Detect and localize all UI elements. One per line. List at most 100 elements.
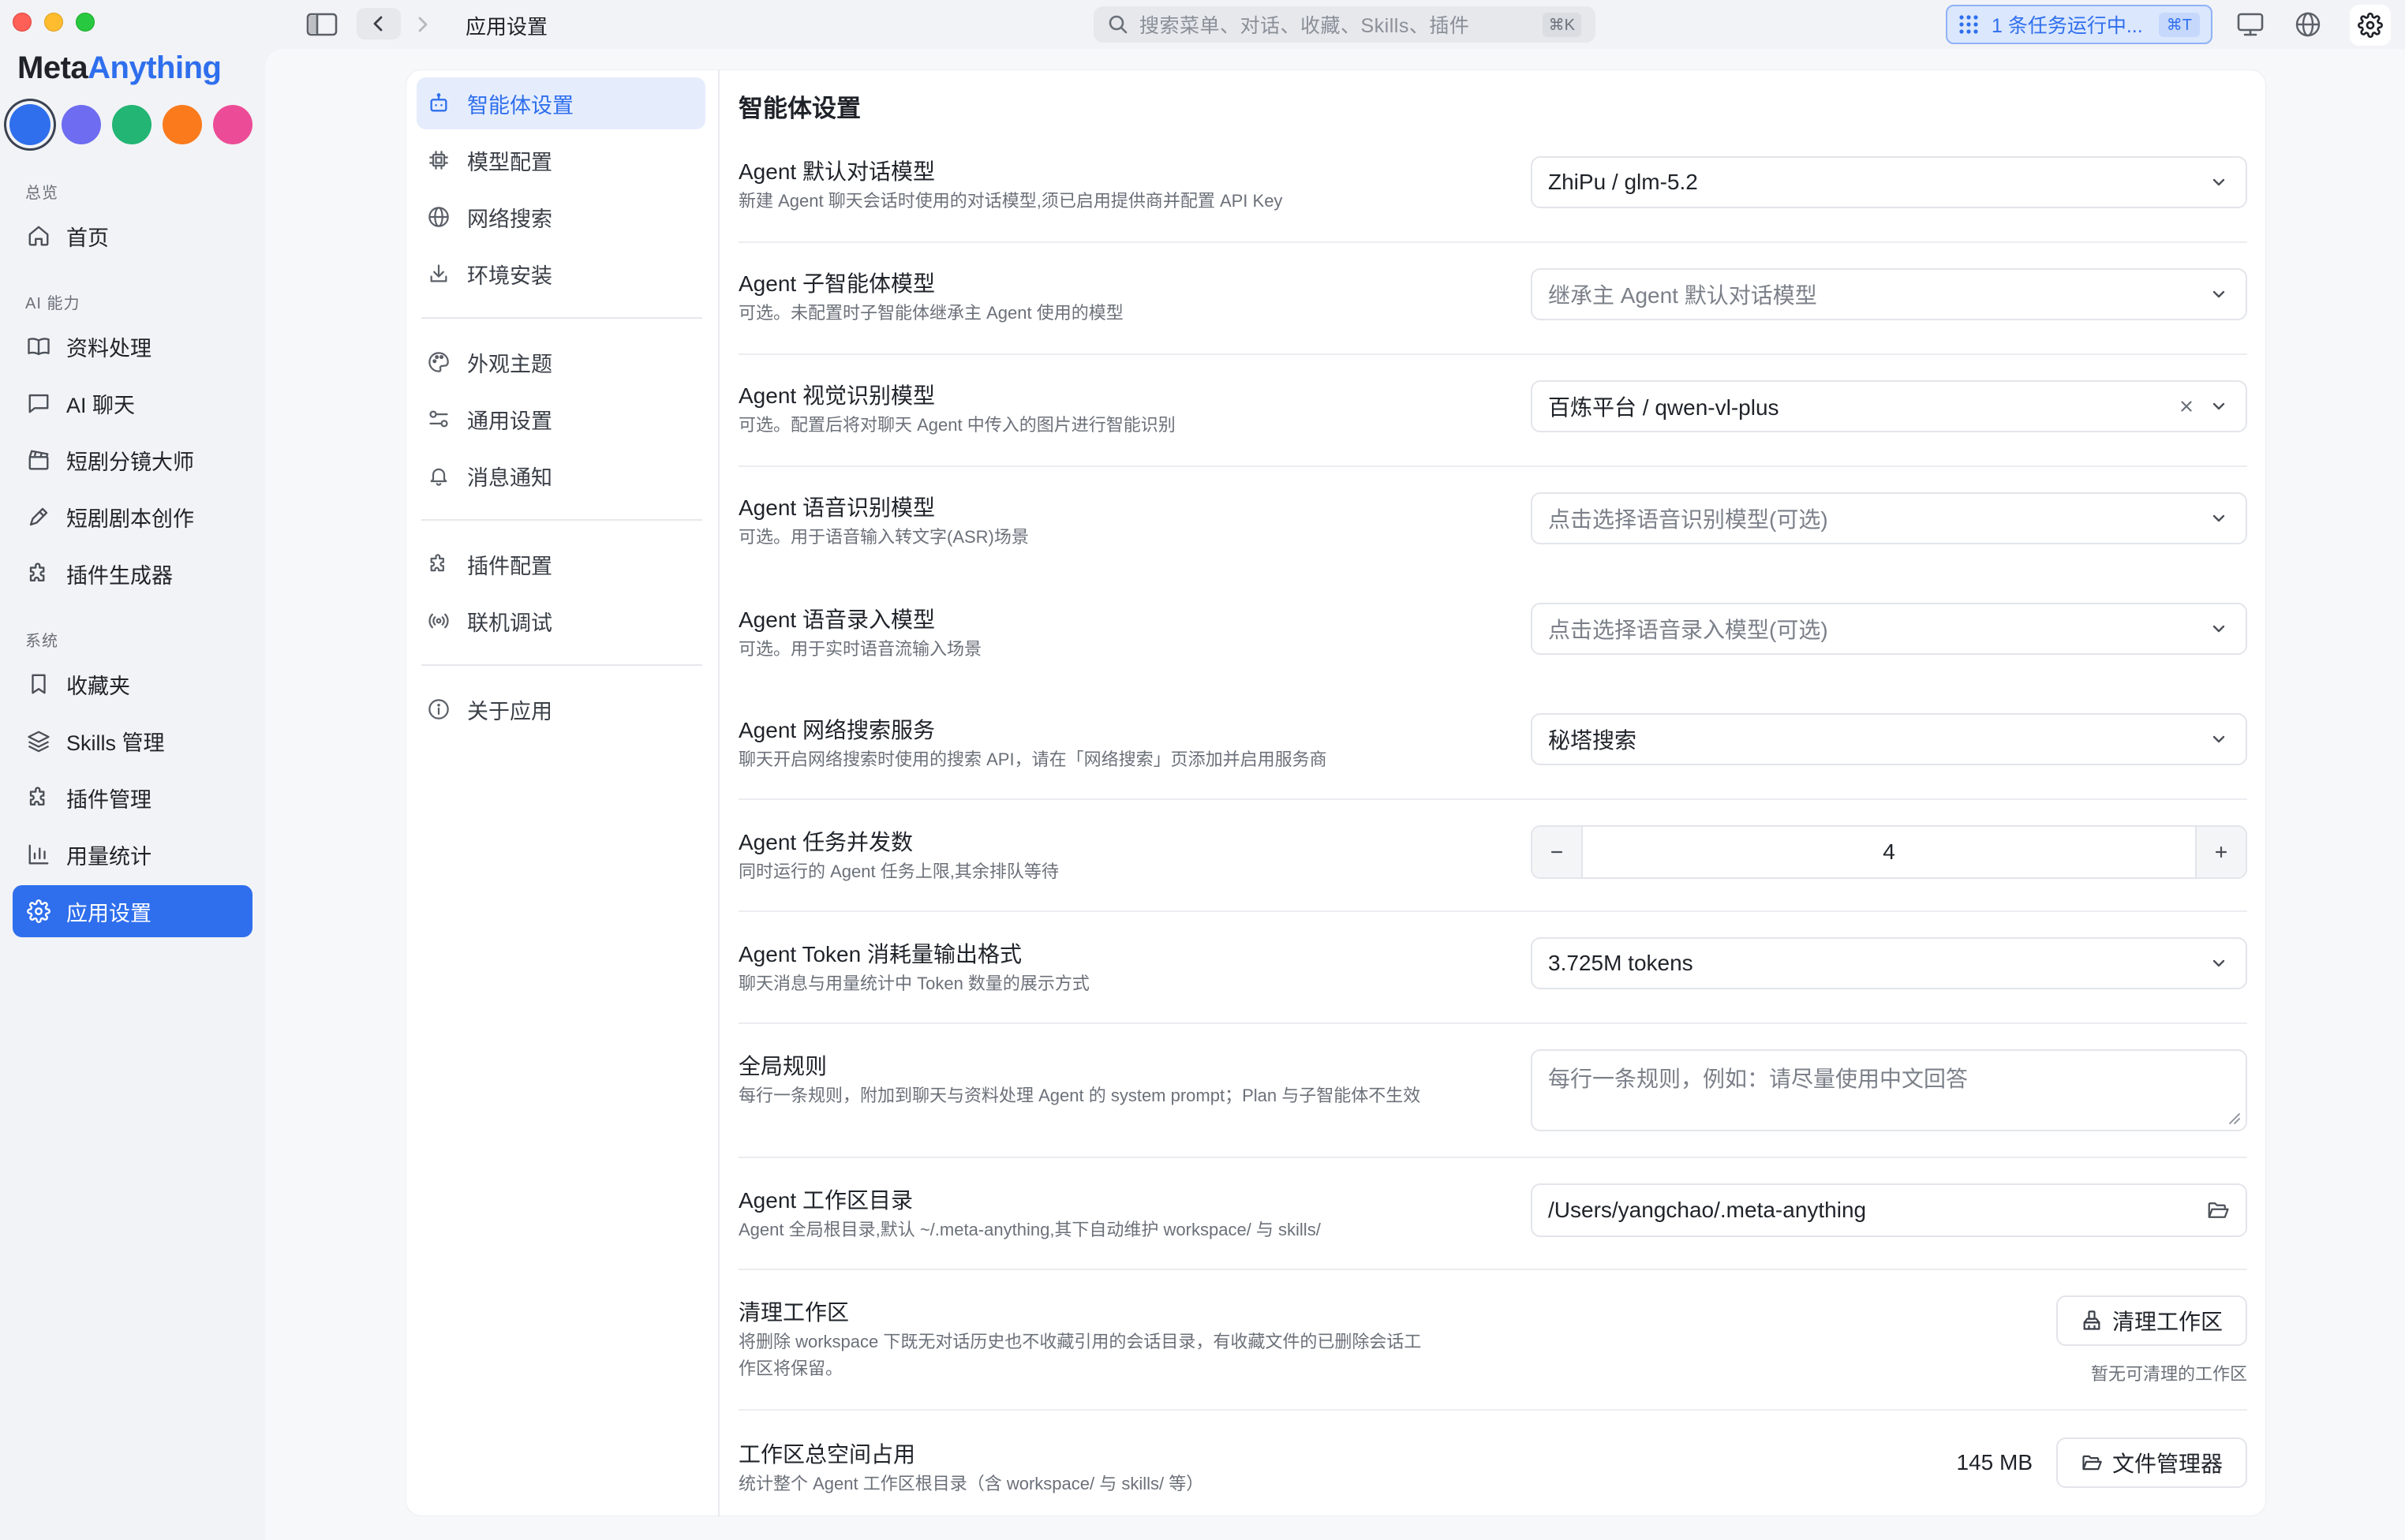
chip-icon [428,149,454,171]
row-divider [739,465,2247,467]
token-format-select[interactable]: 3.725M tokens [1531,937,2247,989]
close-window-button[interactable] [13,13,32,32]
sub-agent-model-select[interactable]: 继承主 Agent 默认对话模型 [1531,268,2247,320]
settings-nav-about[interactable]: 关于应用 [417,683,705,735]
search-shortcut-badge: ⌘K [1542,12,1581,37]
resize-grip-icon[interactable] [2225,1109,2241,1125]
settings-nav-notifications[interactable]: 消息通知 [417,450,705,502]
sidebar-item-home[interactable]: 首页 [13,210,252,262]
sidebar-item-script[interactable]: 短剧剧本创作 [13,491,252,543]
broom-icon [2081,1310,2103,1332]
setting-description: 可选。用于实时语音流输入场景 [739,639,982,659]
setting-description: 聊天消息与用量统计中 Token 数量的展示方式 [739,974,1090,993]
forward-button[interactable] [413,11,431,38]
global-rules-textarea[interactable]: 每行一条规则，例如：请尽量使用中文回答 [1531,1049,2247,1131]
back-button[interactable] [357,8,401,39]
file-manager-button[interactable]: 文件管理器 [2056,1437,2247,1488]
sidebar-item-label: 资料处理 [66,336,151,361]
search-placeholder: 搜索菜单、对话、收藏、Skills、插件 [1139,15,1470,37]
language-globe-icon[interactable] [2295,11,2321,38]
settings-nav-agent[interactable]: 智能体设置 [417,77,705,129]
voice-input-model-select[interactable]: 点击选择语音录入模型(可选) [1531,603,2247,655]
sidebar-item-app-settings[interactable]: 应用设置 [13,885,252,937]
section-title: 智能体设置 [739,95,861,122]
monitor-icon[interactable] [2236,11,2265,38]
sidebar-item-storyboard[interactable]: 短剧分镜大师 [13,434,252,486]
setting-label: Agent 视觉识别模型 [739,383,935,408]
settings-nav-models[interactable]: 模型配置 [417,134,705,186]
workspace-dir-input[interactable]: /Users/yangchao/.meta-anything [1531,1183,2247,1237]
settings-nav-remote-debug[interactable]: 联机调试 [417,595,705,647]
select-placeholder: 继承主 Agent 默认对话模型 [1548,283,1817,308]
select-value: 3.725M tokens [1548,951,1693,975]
row-divider [739,1269,2247,1270]
select-placeholder: 点击选择语音识别模型(可选) [1548,507,1828,532]
vision-model-select[interactable]: 百炼平台 / qwen-vl-plus [1531,380,2247,432]
default-model-select[interactable]: ZhiPu / glm-5.2 [1531,156,2247,208]
sidebar-item-label: 应用设置 [66,901,151,925]
clapperboard-icon [27,448,54,472]
settings-nav-plugin-config[interactable]: 插件配置 [417,538,705,590]
robot-icon [428,92,454,114]
row-divider [739,1157,2247,1158]
sidebar-item-label: 短剧剧本创作 [66,506,194,531]
settings-nav-appearance[interactable]: 外观主题 [417,336,705,388]
sidebar-item-label: 插件生成器 [66,563,173,588]
web-search-service-select[interactable]: 秘塔搜索 [1531,713,2247,765]
maximize-window-button[interactable] [76,13,95,32]
info-icon [428,698,454,720]
sidebar-item-usage[interactable]: 用量统计 [13,828,252,880]
clear-icon[interactable] [2178,398,2195,415]
settings-nav-divider [421,664,702,666]
decrement-button[interactable] [1532,827,1583,877]
setting-label: Agent 语音识别模型 [739,495,935,520]
download-icon [428,263,454,285]
setting-label: Agent 网络搜索服务 [739,718,935,742]
settings-nav-env-install[interactable]: 环境安装 [417,248,705,300]
minimize-window-button[interactable] [44,13,63,32]
theme-color-blue[interactable] [9,104,50,145]
settings-nav-label: 外观主题 [467,352,552,376]
concurrency-value[interactable]: 4 [1583,827,2195,877]
settings-nav-label: 关于应用 [467,699,552,723]
app-logo: MetaAnything [17,50,222,85]
sidebar-item-label: 短剧分镜大师 [66,450,194,474]
sidebar-item-label: AI 聊天 [66,393,136,417]
settings-nav-label: 消息通知 [467,465,552,490]
book-icon [27,335,54,358]
settings-nav-label: 模型配置 [467,150,552,174]
setting-label: 全局规则 [739,1054,828,1078]
settings-nav-web-search[interactable]: 网络搜索 [417,191,705,243]
setting-description: 可选。配置后将对聊天 Agent 中传入的图片进行智能识别 [739,415,1176,435]
select-placeholder: 点击选择语音录入模型(可选) [1548,618,1828,642]
sidebar-item-docs[interactable]: 资料处理 [13,320,252,372]
row-divider [739,241,2247,243]
folder-open-icon[interactable] [2206,1198,2230,1222]
task-status-text: 1 条任务运行中... [1992,15,2143,37]
toggle-sidebar-icon[interactable] [306,11,338,38]
settings-nav-label: 智能体设置 [467,93,574,118]
theme-color-green[interactable] [112,105,151,144]
theme-color-indigo[interactable] [62,105,101,144]
settings-nav-label: 联机调试 [467,611,552,635]
increment-button[interactable] [2195,827,2246,877]
sidebar-item-ai-chat[interactable]: AI 聊天 [13,377,252,429]
sidebar-item-plugin-generator[interactable]: 插件生成器 [13,548,252,600]
asr-model-select[interactable]: 点击选择语音识别模型(可选) [1531,492,2247,544]
theme-color-orange[interactable] [163,105,202,144]
chevron-down-icon [2209,285,2228,304]
settings-nav-divider [421,519,702,521]
nav-section-overview: 总览 [25,185,58,202]
sidebar-item-favorites[interactable]: 收藏夹 [13,658,252,710]
theme-color-pink[interactable] [213,105,252,144]
settings-gear-button[interactable] [2350,5,2391,46]
clean-workspace-button[interactable]: 清理工作区 [2056,1295,2247,1346]
global-search-input[interactable]: 搜索菜单、对话、收藏、Skills、插件 ⌘K [1094,6,1595,43]
settings-nav-general[interactable]: 通用设置 [417,393,705,445]
grid-icon [1958,14,1979,35]
running-tasks-button[interactable]: 1 条任务运行中... ⌘T [1946,5,2212,44]
sidebar-item-plugins[interactable]: 插件管理 [13,772,252,824]
sidebar-item-skills[interactable]: Skills 管理 [13,715,252,767]
sidebar-item-label: 收藏夹 [66,674,130,698]
window-controls [13,13,95,32]
